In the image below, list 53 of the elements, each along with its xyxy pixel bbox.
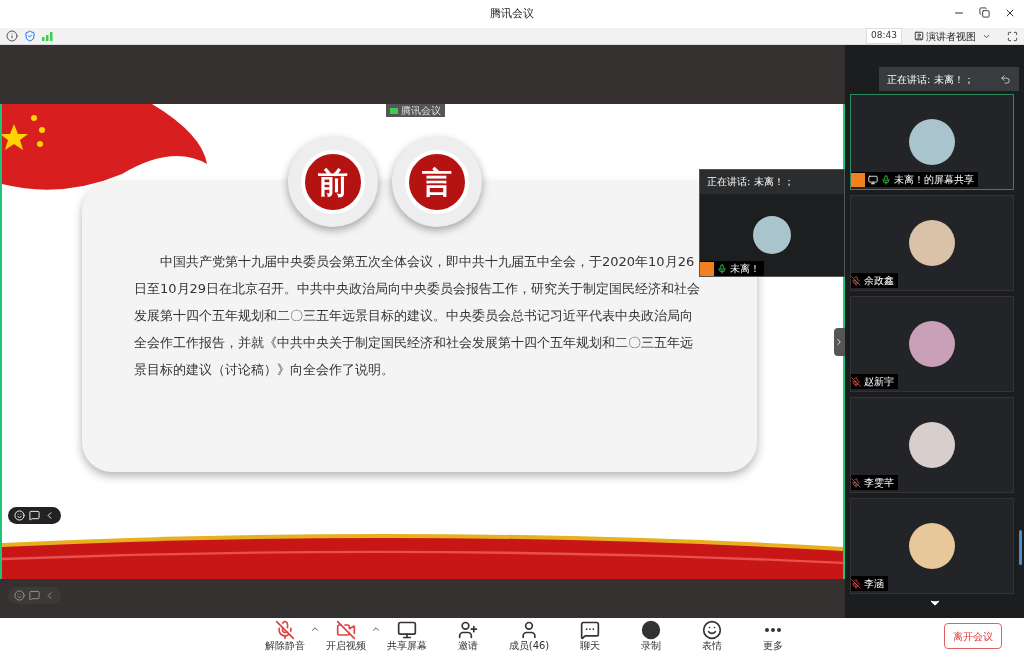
layout-icon xyxy=(914,31,924,41)
speaking-indicator: 正在讲话: 未离！； xyxy=(700,170,844,194)
participant-name: 未离！的屏幕共享 xyxy=(894,173,974,187)
caret-icon[interactable] xyxy=(371,624,381,634)
caret-icon[interactable] xyxy=(310,624,320,634)
chevron-right-icon xyxy=(834,337,844,347)
toolbar-button[interactable]: 录制 xyxy=(626,620,676,652)
info-icon[interactable] xyxy=(6,30,18,42)
preface-paragraph: 中国共产党第十九届中央委员会第五次全体会议，即中共十九届五中全会，于2020年10月26日至10月29日在北京召开。中共中央政治局向中央委员会报告工作，研究关于制定国民经济和社会发展第十四个五年规划和二〇三五年远景目标的建议。中央委员会总书记习近平代表中央政治局向全会作工作报告，并就《中共中央关于制定国民经济和社会发展第十四个五年规划和二〇三五年远景目标的建议（讨论稿）》向全会作了说明。 xyxy=(134,253,702,379)
chat-icon xyxy=(580,620,600,640)
more-icon xyxy=(765,628,781,632)
meeting-time: 08:43 xyxy=(866,28,902,44)
restore-icon[interactable] xyxy=(979,7,990,18)
toolbar-button[interactable]: 解除静音 xyxy=(260,620,310,652)
participant-tile[interactable]: 李涵 xyxy=(850,498,1014,594)
fullscreen-icon[interactable] xyxy=(1007,30,1018,42)
undo-icon[interactable] xyxy=(1000,73,1011,85)
shield-icon[interactable] xyxy=(24,30,36,42)
add-user-icon xyxy=(458,620,478,640)
share-label: 腾讯会议 xyxy=(401,104,441,117)
toolbar-button[interactable]: 成员(46) xyxy=(504,620,554,652)
camera-off-icon xyxy=(336,620,356,640)
toolbar-button[interactable]: 聊天 xyxy=(565,620,615,652)
participant-name: 赵新宇 xyxy=(864,375,894,389)
participant-tile[interactable]: 余政鑫 xyxy=(850,195,1014,291)
title-badge: 言 xyxy=(392,137,482,227)
toolbar-button[interactable]: 开启视频 xyxy=(321,620,371,652)
view-mode-dropdown[interactable]: 演讲者视图 xyxy=(914,28,991,44)
floating-video[interactable]: 正在讲话: 未离！； 未离！ xyxy=(699,169,845,277)
sidebar-toggle[interactable] xyxy=(834,328,845,356)
participant-tile[interactable]: 李雯芊 xyxy=(850,397,1014,493)
participant-name: 余政鑫 xyxy=(864,274,894,288)
mic-muted-icon xyxy=(275,620,295,640)
record-icon xyxy=(641,620,661,640)
toolbar-button[interactable]: 表情 xyxy=(687,620,737,652)
participant-tile[interactable]: 赵新宇 xyxy=(850,296,1014,392)
participant-name: 李雯芊 xyxy=(864,476,894,490)
speaking-indicator: 正在讲话: 未离！； xyxy=(887,72,975,87)
user-icon xyxy=(519,620,539,640)
window-title: 腾讯会议 xyxy=(490,5,534,22)
toolbar-button[interactable]: 更多 xyxy=(748,620,798,652)
leave-meeting-button[interactable]: 离开会议 xyxy=(944,623,1002,649)
close-icon[interactable] xyxy=(1004,7,1016,19)
participant-name: 未离！ xyxy=(730,262,760,276)
participant-tile[interactable]: 未离！的屏幕共享 xyxy=(850,94,1014,190)
title-badge: 前 xyxy=(288,137,378,227)
smile-icon xyxy=(702,620,722,640)
toolbar-button[interactable]: 共享屏幕 xyxy=(382,620,432,652)
participant-name: 李涵 xyxy=(864,577,884,591)
toolbar-button[interactable]: 邀请 xyxy=(443,620,493,652)
avatar xyxy=(753,216,791,254)
screen-icon xyxy=(397,620,417,640)
share-indicator-icon xyxy=(390,107,398,114)
